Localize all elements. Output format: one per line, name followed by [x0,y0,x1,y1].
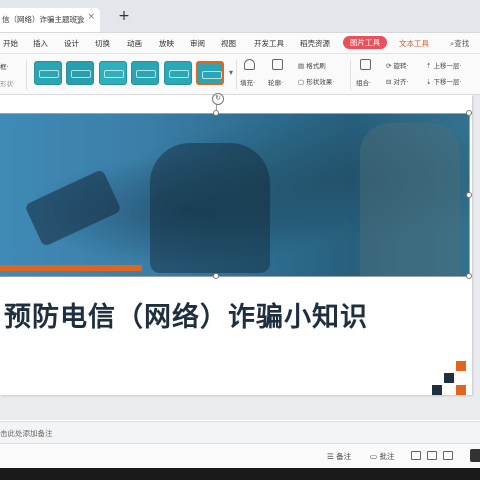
send-backward-icon: ⇣ [426,78,434,86]
slide-canvas[interactable]: ↻ 预防电信（网络）诈骗小知识 [0,93,472,395]
selection-border-top [0,113,470,114]
send-backward-button[interactable]: ⇣ 下移一层· [426,76,462,86]
swatch-preview [39,70,59,78]
swatch-preview [71,70,91,78]
comments-toggle-button[interactable]: ▭ 批注 [370,451,394,462]
outline-button[interactable]: 轮廓· [268,77,283,87]
outline-icon[interactable] [272,59,283,70]
orange-accent-bar [0,265,142,271]
rotate-handle-icon[interactable]: ↻ [212,93,224,105]
title-bar: 信（网络）诈骗主题班会 × + [0,0,480,33]
format-painter-button[interactable]: ▤ 格式刷 [298,60,326,70]
swatch-preview [104,70,124,78]
combine-button[interactable]: 组合· [356,77,371,87]
shape-effects-icon: ▢ [298,78,307,86]
person-silhouette [150,143,270,273]
bring-forward-icon: ⇡ [426,62,434,70]
slide-sorter-icon[interactable] [427,451,437,460]
fill-icon[interactable] [244,59,255,70]
ribbon-separator [236,60,237,90]
swatch-preview [169,70,189,78]
ribbon-separator [350,60,351,90]
tab-transitions[interactable]: 切换 [95,38,110,49]
picture-style-swatch[interactable] [131,61,159,85]
unsaved-dot-icon [74,16,82,24]
tab-animations[interactable]: 动画 [127,38,142,49]
gallery-more-icon[interactable]: ▾ [229,68,233,77]
screen-bottom-edge [0,468,480,480]
logo-square [444,373,454,383]
resize-handle-bottom[interactable] [213,273,219,279]
tab-developer[interactable]: 开发工具 [254,38,284,49]
mouse-cursor-icon [88,281,102,295]
rotate-button[interactable]: ⟳ 旋转· [386,60,409,70]
shape-effects-button[interactable]: ▢ 形状效果· [298,76,334,86]
align-icon: ⊟ [386,78,394,86]
menu-bar: 开始 插入 设计 切换 动画 放映 审阅 视图 开发工具 稻壳资源 图片工具 文… [0,33,480,54]
logo-square [456,385,466,395]
status-bar: ☰ 备注 ▭ 批注 [0,443,480,468]
logo-square [432,385,442,395]
tab-insert[interactable]: 插入 [33,38,48,49]
phone-silhouette [24,168,122,248]
document-tab-title: 信（网络）诈骗主题班会 [2,15,85,24]
normal-view-icon[interactable] [411,451,421,460]
officer-silhouette [360,123,460,277]
notes-pane[interactable]: 击此处添加备注 [0,421,480,444]
close-tab-icon[interactable]: × [87,12,95,22]
logo-icon [432,361,466,395]
play-slideshow-icon[interactable] [470,449,480,462]
slide-workspace: ↻ 预防电信（网络）诈骗小知识 [0,93,480,420]
picture-style-swatch[interactable] [196,61,224,85]
new-tab-button[interactable]: + [116,8,132,24]
slide-title[interactable]: 预防电信（网络）诈骗小知识 [4,295,368,334]
swatch-preview [136,70,156,78]
tab-docer-resources[interactable]: 稻壳资源 [300,38,330,49]
notes-icon: ☰ [327,452,337,461]
tab-design[interactable]: 设计 [64,38,79,49]
shape-dropdown[interactable]: 形状· [0,78,15,88]
tab-home[interactable]: 开始 [3,38,18,49]
resize-handle-top[interactable] [213,110,219,116]
document-tab[interactable]: 信（网络）诈骗主题班会 × [0,8,100,32]
tab-view[interactable]: 视图 [221,38,236,49]
picture-style-swatch[interactable] [164,61,192,85]
border-dropdown[interactable]: 框· [0,61,9,71]
resize-handle-bottom-right[interactable] [466,273,472,279]
resize-handle-top-right[interactable] [466,110,472,116]
notes-toggle-button[interactable]: ☰ 备注 [327,451,351,462]
align-button[interactable]: ⊟ 对齐· [386,76,409,86]
fill-button[interactable]: 填充· [240,77,255,87]
ribbon: 框· 形状· ▾ 填充· 轮廓· ▤ 格式刷 ▢ 形状效果· 组合· ⟳ 旋转·… [0,54,480,95]
tab-review[interactable]: 审阅 [190,38,205,49]
picture-style-swatch[interactable] [66,61,94,85]
tab-slideshow[interactable]: 放映 [159,38,174,49]
search-label: 查找 [454,39,470,48]
selection-border-bottom [0,276,470,277]
tab-text-tools[interactable]: 文本工具 [399,38,429,49]
resize-handle-right[interactable] [466,192,472,198]
reading-view-icon[interactable] [443,451,453,460]
rotate-icon: ⟳ [386,62,394,70]
logo-square [456,361,466,371]
slide-photo[interactable] [0,113,470,277]
swatch-preview [202,71,222,79]
bring-forward-button[interactable]: ⇡ 上移一层· [426,60,462,70]
picture-style-swatch[interactable] [34,61,62,85]
combine-icon[interactable] [360,59,371,70]
picture-style-swatch[interactable] [99,61,127,85]
notes-placeholder[interactable]: 击此处添加备注 [0,428,53,439]
ribbon-separator [26,60,27,90]
tab-picture-tools[interactable]: 图片工具 [343,36,387,49]
format-painter-icon: ▤ [298,62,307,70]
search-commands[interactable]: ⌕查找 [450,38,469,49]
